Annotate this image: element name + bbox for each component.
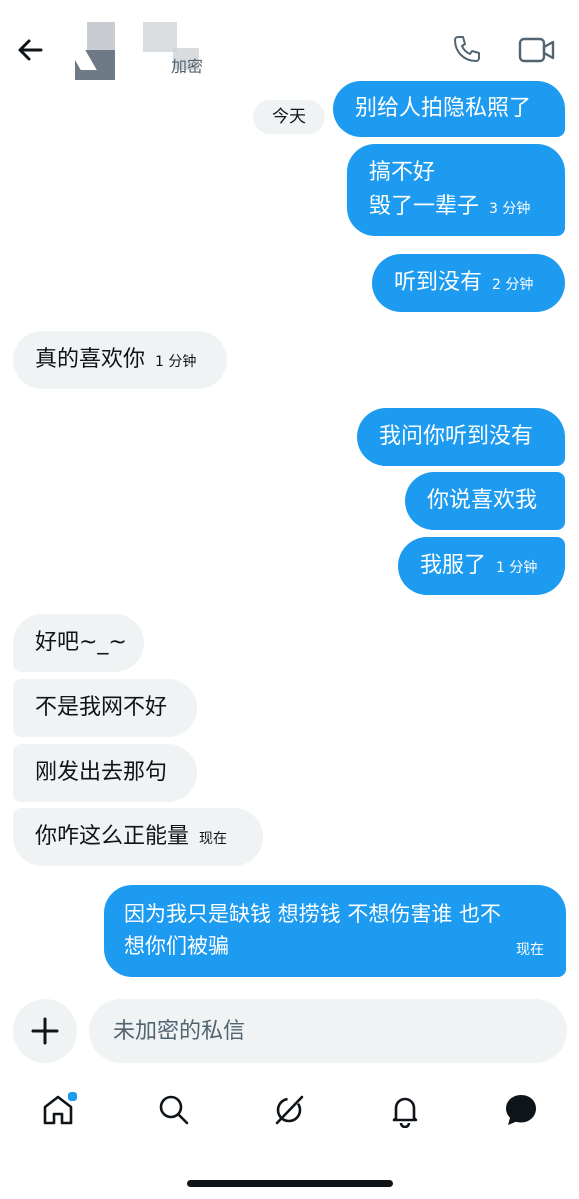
message-bubble-incoming[interactable]: 不是我网不好 xyxy=(13,679,197,737)
message-text: 别给人拍隐私照了 xyxy=(355,96,532,121)
message-input[interactable] xyxy=(89,999,567,1063)
message-text: 真的喜欢你 xyxy=(35,347,146,372)
phone-icon[interactable] xyxy=(449,33,483,67)
message-text: 刚发出去那句 xyxy=(35,760,168,785)
message-bubble-incoming[interactable]: 你咋这么正能量 现在 xyxy=(13,808,263,866)
message-timestamp: 现在 xyxy=(199,831,228,847)
message-timestamp: 3 分钟 xyxy=(489,201,531,217)
message-text: 不是我网不好 xyxy=(35,695,168,720)
message-text: 我服了 xyxy=(420,553,487,578)
message-bubble-outgoing[interactable]: 我服了 1 分钟 xyxy=(398,537,565,595)
add-attachment-button[interactable] xyxy=(13,999,77,1063)
message-bubble-outgoing[interactable]: 你说喜欢我 xyxy=(405,472,565,530)
message-timestamp: 现在 xyxy=(516,942,544,958)
message-bubble-incoming[interactable]: 刚发出去那句 xyxy=(13,744,197,802)
encryption-label: 加密 xyxy=(171,57,204,76)
message-text: 你说喜欢我 xyxy=(427,488,538,513)
arrow-left-icon[interactable] xyxy=(14,34,46,66)
video-camera-icon[interactable] xyxy=(518,35,556,65)
message-text: 毁了一辈子 xyxy=(369,194,480,219)
message-bubble-outgoing[interactable]: 别给人拍隐私照了 xyxy=(333,81,565,137)
message-text: 因为我只是缺钱 想捞钱 不想伤害谁 也不 xyxy=(124,902,502,926)
message-timestamp: 1 分钟 xyxy=(496,560,538,576)
notification-dot xyxy=(66,1090,79,1103)
home-indicator xyxy=(187,1180,393,1187)
message-timestamp: 2 分钟 xyxy=(492,277,534,293)
message-text: 听到没有 xyxy=(394,270,483,295)
bell-icon[interactable] xyxy=(387,1092,423,1128)
message-bubble-outgoing[interactable]: 搞不好 毁了一辈子 3 分钟 xyxy=(347,144,565,236)
search-icon[interactable] xyxy=(156,1092,192,1128)
contact-name-censored[interactable] xyxy=(143,22,177,52)
message-bubble-outgoing[interactable]: 我问你听到没有 xyxy=(357,408,565,466)
message-text: 想你们被骗 xyxy=(124,934,229,958)
messages-icon[interactable] xyxy=(503,1092,539,1128)
message-text: 搞不好 xyxy=(369,160,436,185)
message-timestamp: 1 分钟 xyxy=(155,354,197,370)
message-bubble-outgoing[interactable]: 听到没有 2 分钟 xyxy=(372,254,565,312)
message-text: 我问你听到没有 xyxy=(379,424,534,449)
plus-icon xyxy=(31,1017,59,1045)
date-separator: 今天 xyxy=(253,100,325,134)
avatar[interactable] xyxy=(69,22,117,80)
message-text: 你咋这么正能量 xyxy=(35,824,190,849)
grok-icon[interactable] xyxy=(271,1092,307,1128)
message-bubble-outgoing[interactable]: 因为我只是缺钱 想捞钱 不想伤害谁 也不 想你们被骗 现在 xyxy=(104,885,566,977)
message-bubble-incoming[interactable]: 真的喜欢你 1 分钟 xyxy=(13,331,227,389)
message-bubble-incoming[interactable]: 好吧~_~ xyxy=(13,614,144,672)
message-text: 好吧~_~ xyxy=(35,630,127,655)
